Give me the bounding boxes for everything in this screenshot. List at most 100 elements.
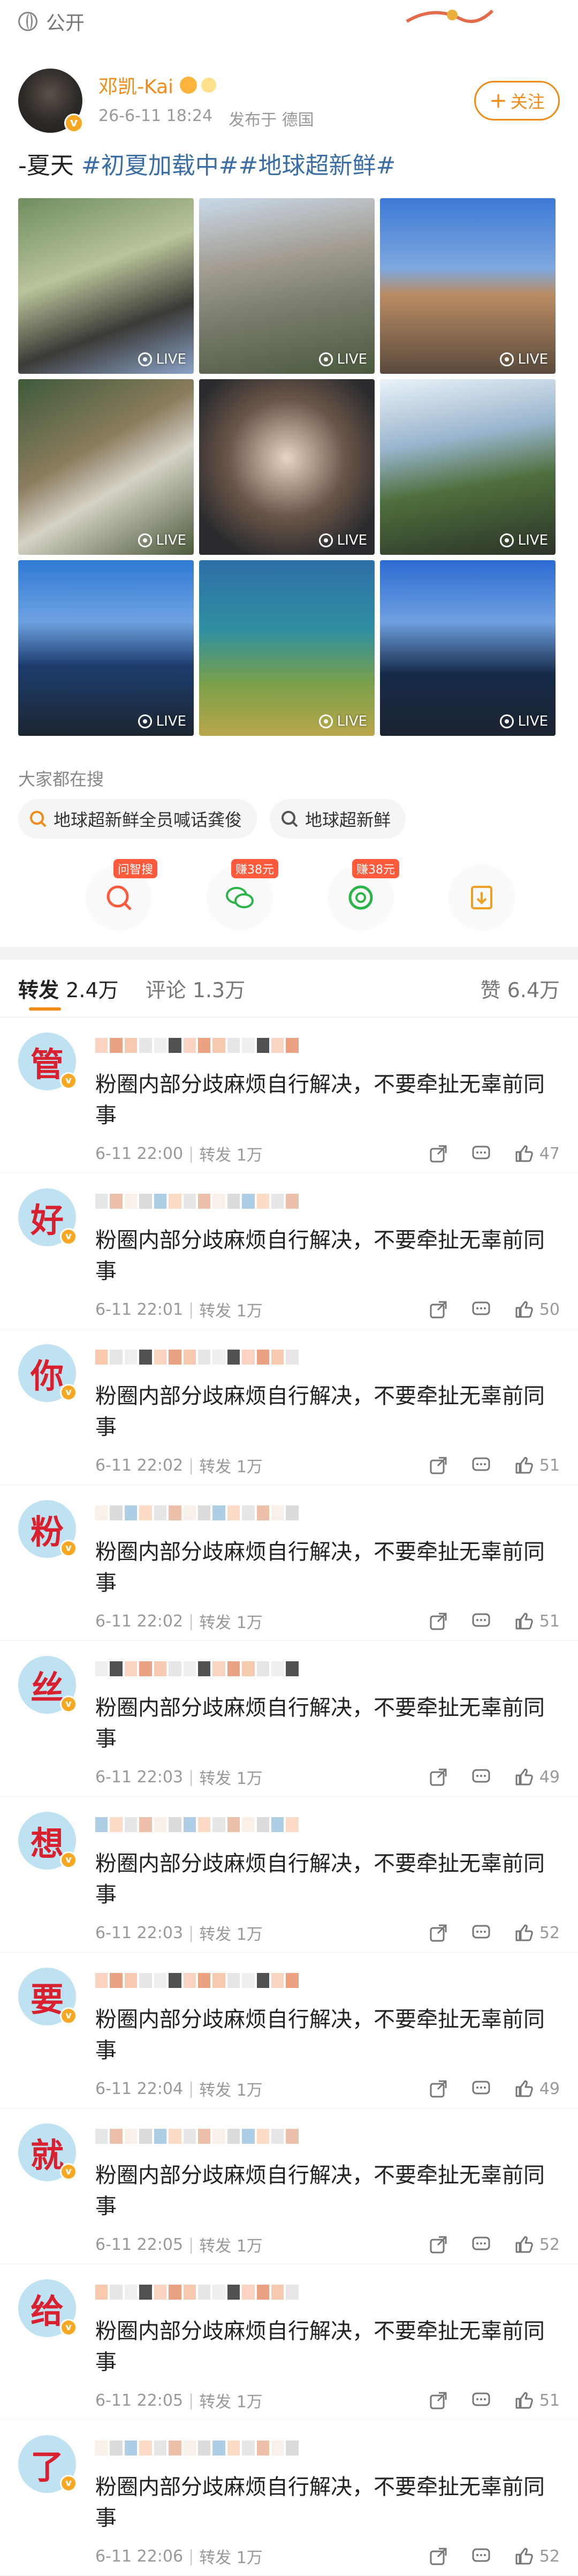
verified-icon: v — [60, 1696, 77, 1713]
commenter-avatar[interactable]: 丝v — [18, 1656, 77, 1714]
share-icon[interactable] — [428, 2234, 448, 2255]
comment-icon[interactable] — [471, 1611, 491, 1631]
separator: | — [188, 2547, 194, 2566]
photo-tile[interactable]: LIVE — [199, 198, 375, 374]
comment-icon[interactable] — [471, 1455, 491, 1475]
repost-item[interactable]: 管 v 粉圈内部分歧麻烦自行解决，不要牵扯无辜前同事 6-11 22:00 | 转发 1万… — [0, 1018, 578, 1173]
photo-tile[interactable]: LIVE — [18, 379, 194, 555]
comment-icon[interactable] — [471, 2390, 491, 2411]
like-button[interactable]: 52 — [514, 1923, 560, 1943]
like-button[interactable]: 49 — [514, 1767, 560, 1787]
share-icon[interactable] — [428, 2390, 448, 2411]
repost-item[interactable]: 就 v 粉圈内部分歧麻烦自行解决，不要牵扯无辜前同事 6-11 22:05 | 转发 1万… — [0, 2108, 578, 2264]
like-count: 52 — [539, 2547, 560, 2566]
author-avatar[interactable]: v — [18, 69, 83, 133]
share-icon[interactable] — [428, 1455, 448, 1475]
like-button[interactable]: 51 — [514, 1611, 560, 1631]
share-icon[interactable] — [428, 1923, 448, 1943]
commenter-avatar[interactable]: 管v — [18, 1033, 77, 1090]
photo-tile[interactable]: LIVE — [199, 379, 375, 555]
avatar-char: 管 — [30, 1045, 64, 1084]
live-badge: LIVE — [499, 713, 548, 729]
comment-icon[interactable] — [471, 2234, 491, 2255]
follow-button[interactable]: + 关注 — [474, 81, 560, 120]
repost-item[interactable]: 要 v 粉圈内部分歧麻烦自行解决，不要牵扯无辜前同事 6-11 22:04 | 转发 1万… — [0, 1953, 578, 2108]
moments-share-button[interactable]: 赚38元 — [328, 859, 399, 931]
photo-tile[interactable]: LIVE — [380, 379, 556, 555]
commenter-avatar[interactable]: 想v — [18, 1812, 77, 1870]
username-mosaic[interactable] — [95, 2129, 299, 2150]
repost-item[interactable]: 粉 v 粉圈内部分歧麻烦自行解决，不要牵扯无辜前同事 6-11 22:02 | 转发 1万… — [0, 1485, 578, 1641]
like-count: 52 — [539, 1923, 560, 1942]
username-mosaic[interactable] — [95, 1661, 299, 1683]
commenter-avatar[interactable]: 要v — [18, 1968, 77, 2025]
search-chip[interactable]: 地球超新鲜 — [270, 799, 406, 839]
username-mosaic[interactable] — [95, 1194, 299, 1215]
photo-tile[interactable]: LIVE — [18, 560, 194, 736]
repost-text: 粉圈内部分歧麻烦自行解决，不要牵扯无辜前同事 — [95, 1384, 545, 1440]
comment-icon[interactable] — [471, 2546, 491, 2566]
like-count: 49 — [539, 2079, 560, 2098]
share-icon[interactable] — [428, 1143, 448, 1164]
comment-icon[interactable] — [471, 1923, 491, 1943]
commenter-avatar[interactable]: 粉v — [18, 1500, 77, 1558]
search-chip[interactable]: 地球超新鲜全员喊话龚俊 — [18, 799, 257, 839]
repost-time: 6-11 22:02 — [95, 1611, 184, 1631]
username-mosaic[interactable] — [95, 1817, 299, 1839]
thumb-up-icon — [515, 2392, 533, 2409]
tab-comment[interactable]: 评论 1.3万 — [146, 974, 246, 1003]
like-button[interactable]: 49 — [514, 2078, 560, 2099]
repost-text: 粉圈内部分歧麻烦自行解决，不要牵扯无辜前同事 — [95, 2007, 545, 2063]
like-button[interactable]: 51 — [514, 2390, 560, 2411]
photo-tile[interactable]: LIVE — [199, 560, 375, 736]
photo-tile[interactable]: LIVE — [18, 198, 194, 374]
repost-item[interactable]: 好 v 粉圈内部分歧麻烦自行解决，不要牵扯无辜前同事 6-11 22:01 | 转发 1万… — [0, 1173, 578, 1329]
like-button[interactable]: 52 — [514, 2234, 560, 2255]
post-hashtags[interactable]: #初夏加载中##地球超新鲜# — [81, 152, 396, 179]
share-icon[interactable] — [428, 1611, 448, 1631]
ask-search-button[interactable]: 问智搜 — [86, 859, 157, 931]
wechat-share-button[interactable]: 赚38元 — [207, 859, 278, 931]
repost-item[interactable]: 想 v 粉圈内部分歧麻烦自行解决，不要牵扯无辜前同事 6-11 22:03 | 转发 1万… — [0, 1797, 578, 1953]
username-mosaic[interactable] — [95, 1038, 299, 1059]
like-button[interactable]: 52 — [514, 2546, 560, 2566]
tab-repost[interactable]: 转发 2.4万 — [18, 974, 119, 1003]
commenter-avatar[interactable]: 就v — [18, 2123, 77, 2181]
username-mosaic[interactable] — [95, 1505, 299, 1527]
avatar-char: 就 — [30, 2136, 64, 2175]
commenter-avatar[interactable]: 你v — [18, 1344, 77, 1402]
comment-icon[interactable] — [471, 1143, 491, 1164]
photo-tile[interactable]: LIVE — [380, 560, 556, 736]
repost-item[interactable]: 丝 v 粉圈内部分歧麻烦自行解决，不要牵扯无辜前同事 6-11 22:03 | 转发 1万… — [0, 1641, 578, 1797]
photo-tile[interactable]: LIVE — [380, 198, 556, 374]
repost-item[interactable]: 你 v 粉圈内部分歧麻烦自行解决，不要牵扯无辜前同事 6-11 22:02 | 转发 1万… — [0, 1329, 578, 1485]
like-button[interactable]: 51 — [514, 1455, 560, 1475]
username-mosaic[interactable] — [95, 2285, 299, 2306]
commenter-avatar[interactable]: 了v — [18, 2435, 77, 2493]
comment-icon[interactable] — [471, 1299, 491, 1320]
like-count: 51 — [539, 1611, 560, 1631]
repost-time: 6-11 22:02 — [95, 1456, 184, 1475]
username-mosaic[interactable] — [95, 1973, 299, 1994]
live-badge: LIVE — [318, 532, 367, 548]
repost-count: 转发 1万 — [199, 1302, 263, 1321]
commenter-avatar[interactable]: 好v — [18, 1188, 77, 1246]
comment-icon[interactable] — [471, 1767, 491, 1787]
commenter-avatar[interactable]: 给v — [18, 2279, 77, 2337]
tab-likes[interactable]: 赞 6.4万 — [480, 974, 560, 1003]
share-icon[interactable] — [428, 1299, 448, 1320]
share-icon[interactable] — [428, 1767, 448, 1787]
save-image-button[interactable] — [448, 864, 515, 931]
share-icon[interactable] — [428, 2546, 448, 2566]
separator: | — [188, 1611, 194, 1631]
comment-icon[interactable] — [471, 2078, 491, 2099]
username-mosaic[interactable] — [95, 2441, 299, 2462]
share-icon[interactable] — [428, 2078, 448, 2099]
repost-item[interactable]: 了 v 粉圈内部分歧麻烦自行解决，不要牵扯无辜前同事 6-11 22:06 | 转发 1万… — [0, 2420, 578, 2576]
username-mosaic[interactable] — [95, 1350, 299, 1371]
like-button[interactable]: 50 — [514, 1299, 560, 1320]
thumb-up-icon — [515, 1768, 533, 1786]
like-button[interactable]: 47 — [514, 1143, 560, 1164]
author-name[interactable]: 邓凯-Kai — [98, 71, 173, 99]
repost-item[interactable]: 给 v 粉圈内部分歧麻烦自行解决，不要牵扯无辜前同事 6-11 22:05 | 转发 1万… — [0, 2264, 578, 2420]
